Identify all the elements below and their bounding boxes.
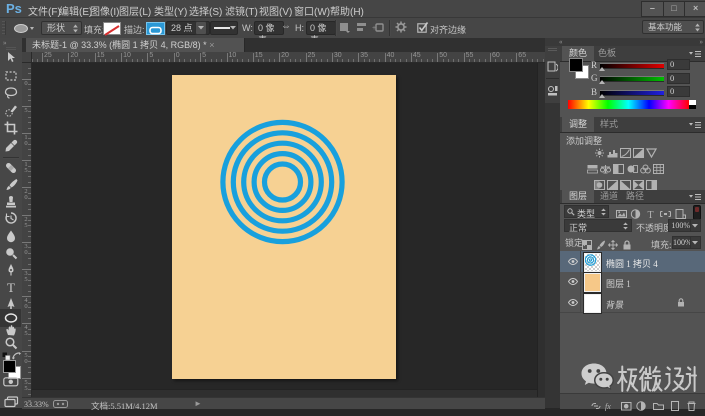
svg-text:+: + bbox=[372, 25, 376, 32]
svg-text:T: T bbox=[647, 210, 653, 219]
svg-text:fx: fx bbox=[605, 402, 611, 411]
svg-text:T: T bbox=[7, 280, 15, 294]
